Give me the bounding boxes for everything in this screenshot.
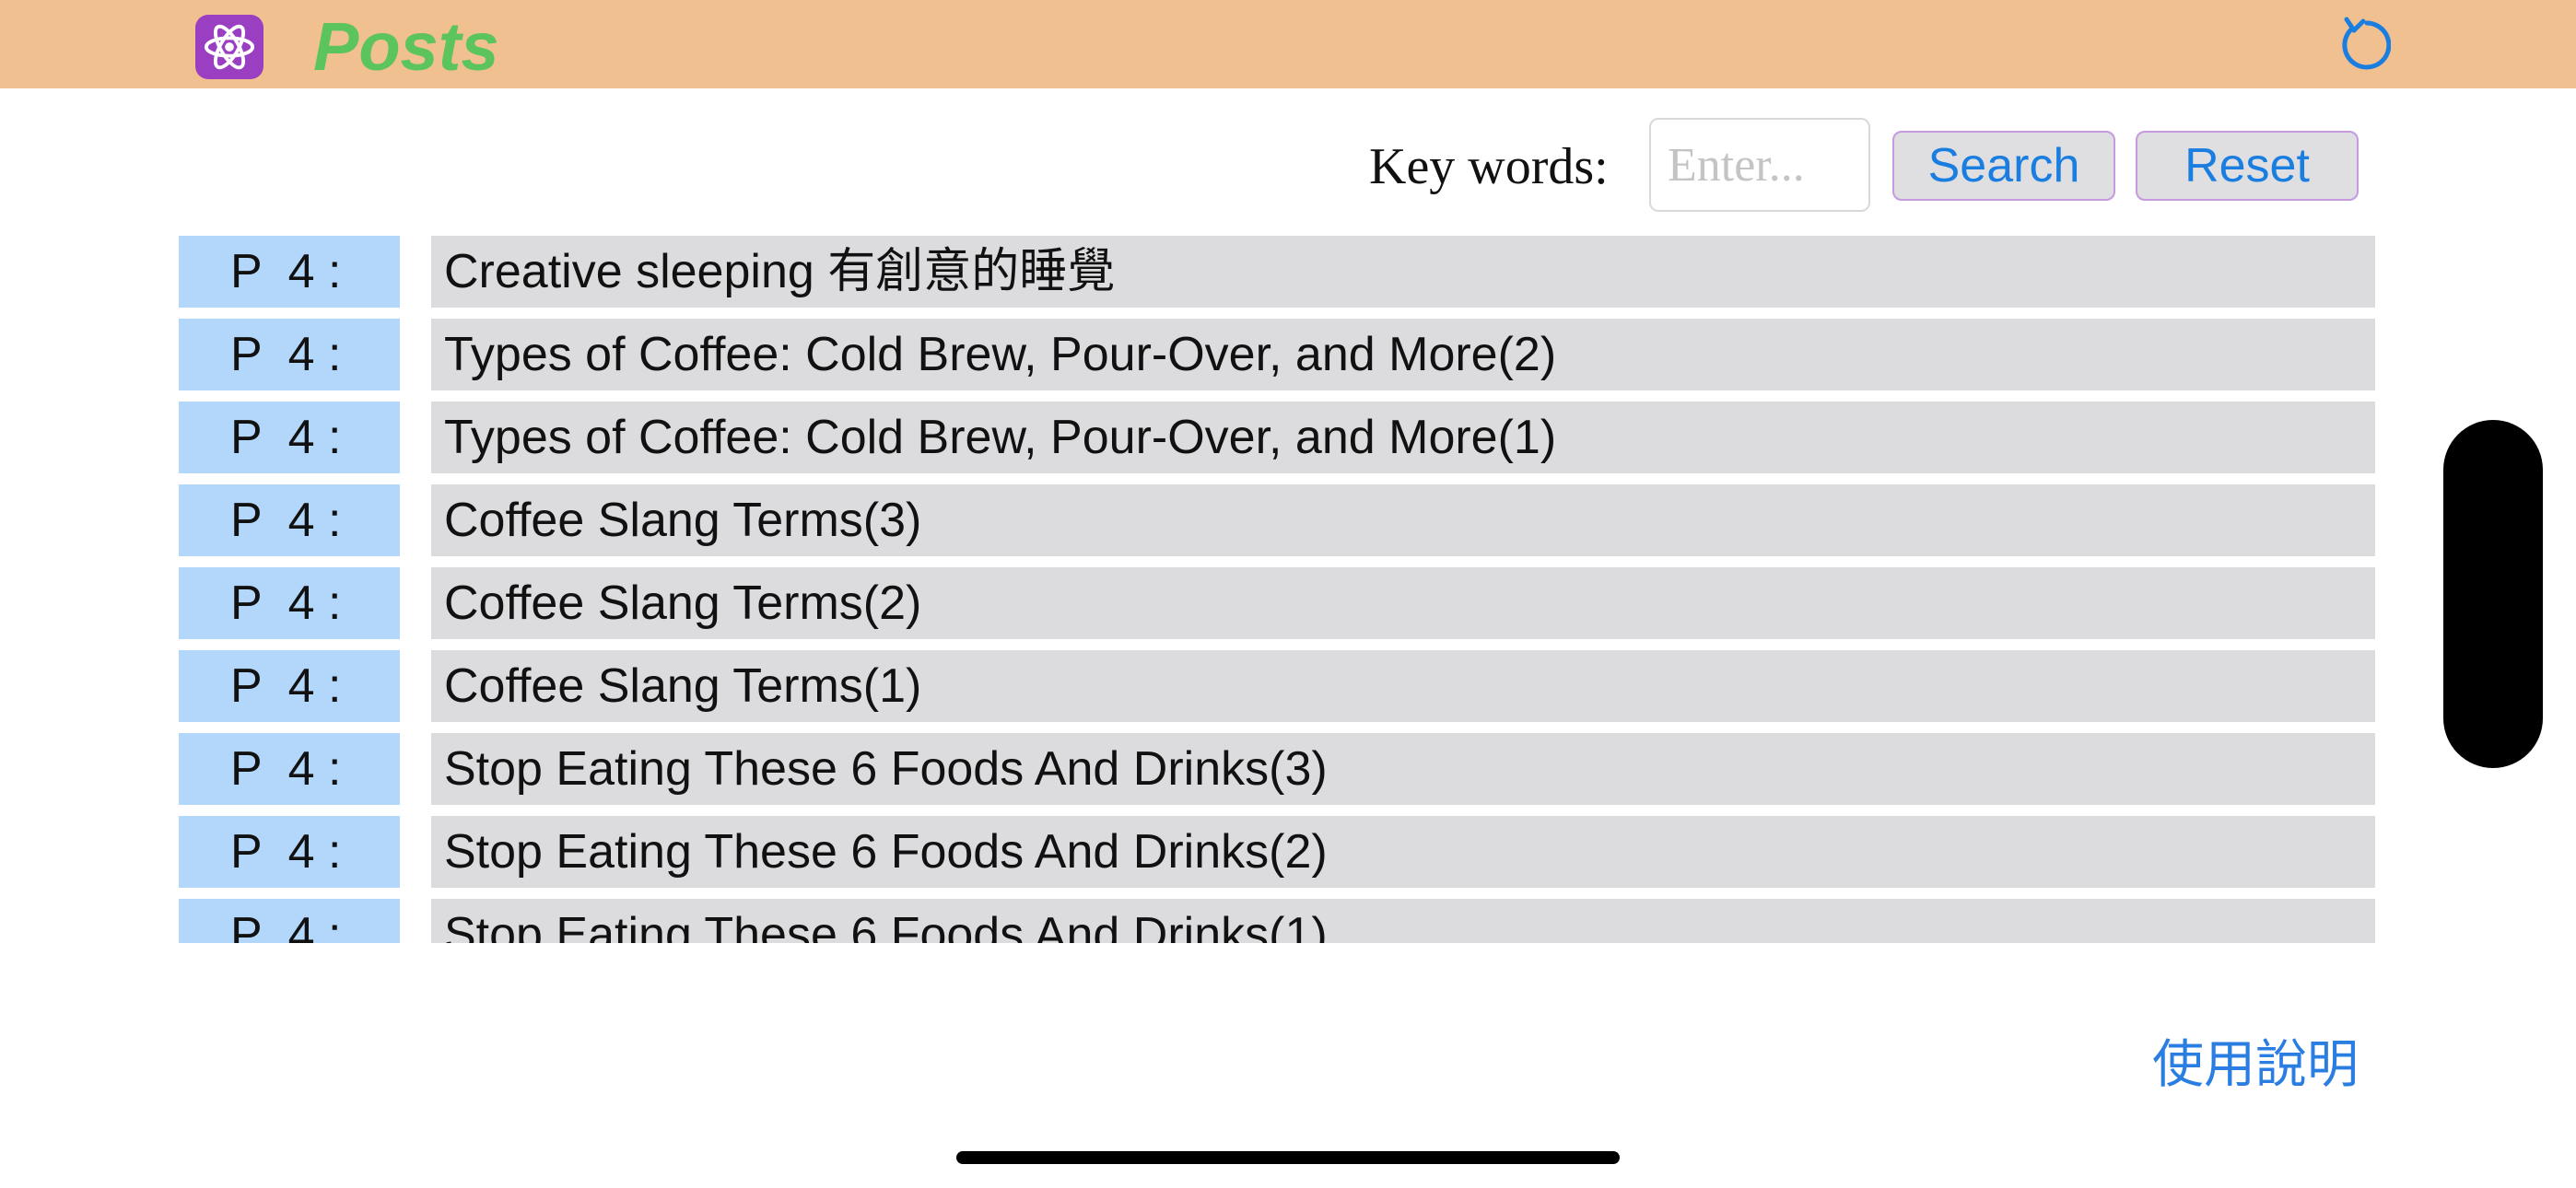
post-title[interactable]: Types of Coffee: Cold Brew, Pour-Over, a… [431, 319, 2375, 390]
list-item[interactable]: P 4 : Creative sleeping 有創意的睡覺 [179, 236, 2375, 308]
post-title[interactable]: Creative sleeping 有創意的睡覺 [431, 236, 2375, 308]
post-title[interactable]: Coffee Slang Terms(3) [431, 484, 2375, 556]
post-page-label: P 4 : [179, 899, 400, 943]
list-item[interactable]: P 4 : Types of Coffee: Cold Brew, Pour-O… [179, 319, 2375, 390]
list-item[interactable]: P 4 : Coffee Slang Terms(1) [179, 650, 2375, 722]
atom-icon [195, 15, 263, 79]
help-link[interactable]: 使用說明 [2152, 1030, 2359, 1100]
list-item[interactable]: P 4 : Stop Eating These 6 Foods And Drin… [179, 899, 2375, 943]
refresh-icon [2342, 17, 2391, 70]
keywords-label: Key words: [1369, 138, 1609, 195]
side-pill [2443, 420, 2543, 768]
post-page-label: P 4 : [179, 816, 400, 888]
post-page-label: P 4 : [179, 236, 400, 308]
post-page-label: P 4 : [179, 484, 400, 556]
post-page-label: P 4 : [179, 402, 400, 473]
post-title[interactable]: Stop Eating These 6 Foods And Drinks(3) [431, 733, 2375, 805]
post-page-label: P 4 : [179, 567, 400, 639]
search-button[interactable]: Search [1892, 131, 2115, 201]
refresh-button[interactable] [2333, 11, 2394, 76]
list-item[interactable]: P 4 : Types of Coffee: Cold Brew, Pour-O… [179, 402, 2375, 473]
post-title[interactable]: Types of Coffee: Cold Brew, Pour-Over, a… [431, 402, 2375, 473]
post-title[interactable]: Coffee Slang Terms(2) [431, 567, 2375, 639]
post-page-label: P 4 : [179, 319, 400, 390]
posts-list[interactable]: P 4 : Creative sleeping 有創意的睡覺 P 4 : Typ… [179, 236, 2375, 943]
home-indicator[interactable] [956, 1151, 1620, 1164]
list-item[interactable]: P 4 : Coffee Slang Terms(2) [179, 567, 2375, 639]
reset-button[interactable]: Reset [2136, 131, 2359, 201]
list-item[interactable]: P 4 : Coffee Slang Terms(3) [179, 484, 2375, 556]
keywords-input[interactable] [1649, 118, 1870, 212]
header-bar: Posts [0, 0, 2576, 88]
post-title[interactable]: Stop Eating These 6 Foods And Drinks(2) [431, 816, 2375, 888]
post-title[interactable]: Stop Eating These 6 Foods And Drinks(1) [431, 899, 2375, 943]
post-page-label: P 4 : [179, 733, 400, 805]
list-item[interactable]: P 4 : Stop Eating These 6 Foods And Drin… [179, 733, 2375, 805]
post-title[interactable]: Coffee Slang Terms(1) [431, 650, 2375, 722]
post-page-label: P 4 : [179, 650, 400, 722]
page-title: Posts [313, 8, 499, 85]
list-item[interactable]: P 4 : Stop Eating These 6 Foods And Drin… [179, 816, 2375, 888]
screen: Posts Key words: Search Reset P 4 : Crea… [0, 0, 2576, 1188]
